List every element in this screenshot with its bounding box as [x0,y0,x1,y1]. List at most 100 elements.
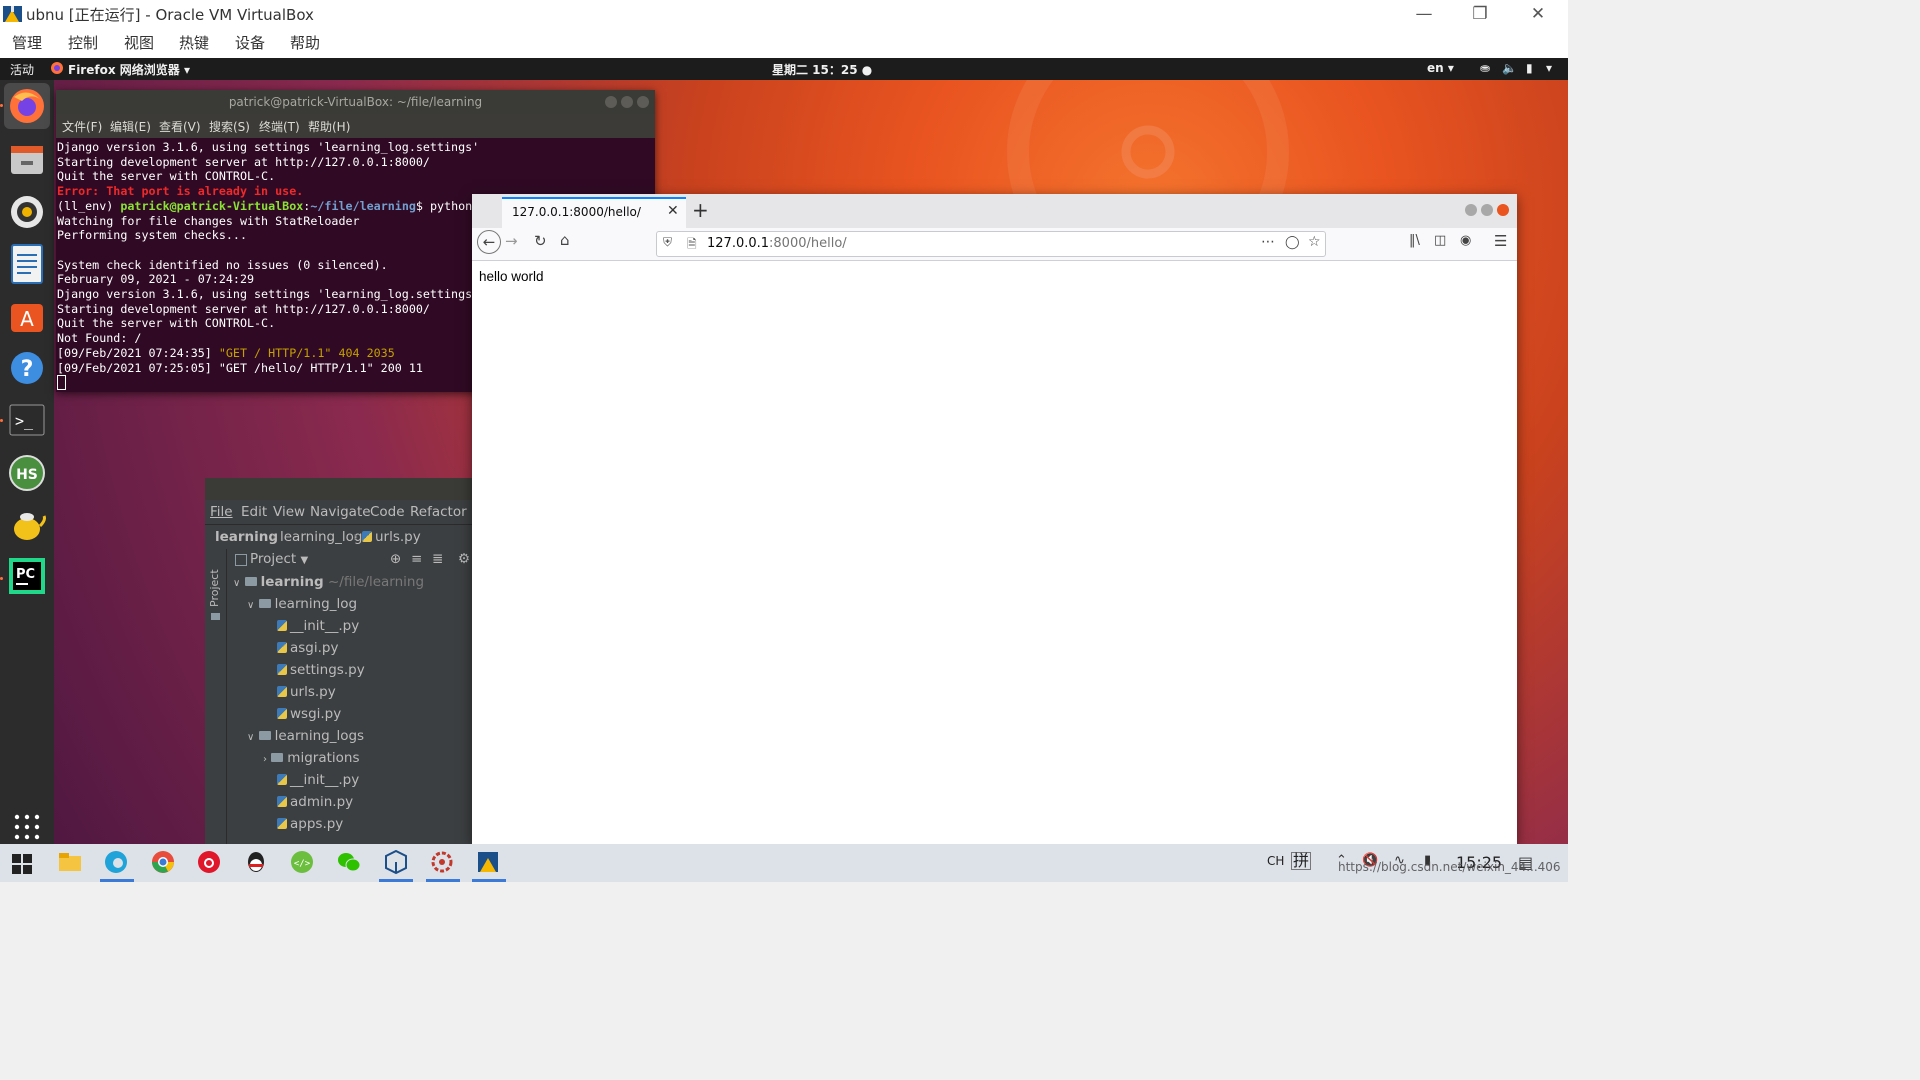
locate-file-icon[interactable]: ⊕ [390,551,401,567]
menu-control[interactable]: 控制 [68,32,98,53]
tree-node-learning-logs[interactable]: ∨ learning_logs [247,725,364,747]
tree-file-asgi[interactable]: asgi.py [277,637,338,659]
sidebar-icon[interactable]: ◫ [1434,233,1446,248]
page-info-icon[interactable]: 🗎 [687,235,697,256]
tree-file-apps[interactable]: apps.py [277,813,343,835]
firefox-minimize-button[interactable] [1465,204,1477,216]
pycharm-menu-view[interactable]: View [273,504,305,520]
menu-help[interactable]: 帮助 [290,32,320,53]
tree-file-init[interactable]: __init__.py [277,615,359,637]
pycharm-menu-file[interactable]: File [210,504,233,520]
tree-file-wsgi[interactable]: wsgi.py [277,703,341,725]
terminal-minimize-button[interactable] [605,96,617,108]
collapse-all-icon[interactable]: ≣ [432,551,443,567]
network-icon[interactable]: ⛂ [1480,61,1490,75]
dock-item-writer[interactable] [4,242,50,288]
pycharm-menu-navigate[interactable]: Navigate [310,504,371,520]
dock-item-teapot[interactable] [4,502,50,548]
settings-gear-icon[interactable]: ⚙ [458,551,470,567]
ime-mode[interactable]: 拼 [1291,852,1312,870]
dock-item-firefox[interactable] [4,83,50,129]
terminal-close-button[interactable] [637,96,649,108]
tab-hello[interactable]: 127.0.0.1:8000/hello/ ✕ [502,197,686,228]
chrome-icon[interactable] [151,850,177,876]
terminal-menu-terminal[interactable]: 终端(T) [259,118,300,135]
ime-language[interactable]: CH [1267,854,1284,868]
tool-window-tab-project[interactable]: Project [208,569,221,607]
hamburger-menu-icon[interactable]: ☰ [1494,232,1507,250]
tab-close-icon[interactable]: ✕ [667,203,679,219]
terminal-title-bar[interactable]: patrick@patrick-VirtualBox: ~/file/learn… [56,90,655,114]
terminal-maximize-button[interactable] [621,96,633,108]
wechat-icon[interactable] [337,850,363,876]
library-icon[interactable]: ‖\ [1409,233,1420,248]
firefox-window[interactable]: 127.0.0.1:8000/hello/ ✕ + ← → ↻ ⌂ ⛨ 🗎 12… [472,194,1517,844]
menu-devices[interactable]: 设备 [235,32,265,53]
pycharm-menu-code[interactable]: Code [370,504,405,520]
tree-node-learning-log[interactable]: ∨ learning_log [247,593,357,615]
url-text[interactable]: 127.0.0.1:8000/hello/ [707,236,847,251]
edge-icon[interactable] [104,850,130,876]
gear-app-icon[interactable] [430,850,456,876]
shield-icon[interactable]: ⛨ [663,235,672,250]
reload-icon[interactable]: ↻ [534,232,547,250]
input-language-button[interactable]: en ▾ [1427,61,1454,75]
back-arrow-icon[interactable]: ← [477,230,501,254]
tree-file-admin[interactable]: admin.py [277,791,353,813]
breadcrumb-item-learning[interactable]: learning [215,529,278,545]
dock-item-terminal[interactable]: >_ [4,398,50,444]
app-menu-firefox[interactable]: Firefox 网络浏览器 ▾ [68,61,190,78]
file-explorer-icon[interactable] [58,850,84,876]
terminal-menu-help[interactable]: 帮助(H) [308,118,350,135]
tree-file-urls[interactable]: urls.py [277,681,336,703]
terminal-menu-edit[interactable]: 编辑(E) [110,118,151,135]
pycharm-menu-refactor[interactable]: Refactor [410,504,467,520]
tree-file-settings[interactable]: settings.py [277,659,365,681]
expand-all-icon[interactable]: ≡ [411,551,422,567]
system-menu-chevron-icon[interactable]: ▾ [1546,61,1552,75]
battery-icon[interactable]: ▮ [1526,61,1533,75]
code-app-icon[interactable]: </> [290,850,316,876]
dock-item-hs[interactable]: HS [4,450,50,496]
windows-start-icon[interactable] [12,854,32,874]
pocket-icon[interactable]: ◯ [1285,235,1300,250]
firefox-close-button[interactable] [1497,204,1509,216]
minimize-button[interactable]: — [1396,0,1452,30]
menu-view[interactable]: 视图 [124,32,154,53]
project-view-selector[interactable]: Project ▼ [250,551,308,567]
vm-running-icon[interactable] [476,850,502,876]
dock-item-files[interactable] [4,138,50,184]
account-icon[interactable]: ◉ [1460,233,1471,248]
dock-item-pycharm[interactable]: PC [4,554,50,600]
page-actions-icon[interactable]: ⋯ [1261,234,1275,250]
restore-button[interactable]: ❐ [1452,0,1508,30]
tree-node-migrations[interactable]: › migrations [263,747,359,769]
terminal-menu-view[interactable]: 查看(V) [159,118,201,135]
show-applications-icon[interactable] [14,814,40,840]
dock-item-rhythmbox[interactable] [4,190,50,236]
dock-item-help[interactable]: ? [4,346,50,392]
activities-button[interactable]: 活动 [10,61,34,78]
virtualbox-icon[interactable] [384,850,410,876]
menu-manage[interactable]: 管理 [12,32,42,53]
terminal-menu-file[interactable]: 文件(F) [62,118,102,135]
new-tab-button[interactable]: + [692,198,709,222]
netease-music-icon[interactable] [197,850,223,876]
breadcrumb-item-urls[interactable]: urls.py [362,529,421,545]
home-icon[interactable]: ⌂ [560,231,570,249]
pycharm-menu-edit[interactable]: Edit [241,504,267,520]
bookmark-star-icon[interactable]: ☆ [1308,234,1321,250]
close-button[interactable]: ✕ [1510,0,1566,30]
menu-hotkeys[interactable]: 热键 [179,32,209,53]
volume-icon[interactable]: 🔈 [1502,61,1517,75]
clock-button[interactable]: 星期二 15：25 ● [772,61,872,78]
forward-arrow-icon[interactable]: → [505,232,518,250]
dock-item-software[interactable]: A [4,294,50,340]
firefox-maximize-button[interactable] [1481,204,1493,216]
terminal-menu-search[interactable]: 搜索(S) [209,118,250,135]
url-bar[interactable]: ⛨ 🗎 127.0.0.1:8000/hello/ ⋯ ◯ ☆ [656,231,1326,257]
breadcrumb-item-learning-log[interactable]: learning_log [280,529,362,545]
pycharm-title-bar[interactable] [205,478,485,500]
tree-file-init[interactable]: __init__.py [277,769,359,791]
tree-node-learning[interactable]: ∨ learning ~/file/learning [233,571,424,593]
